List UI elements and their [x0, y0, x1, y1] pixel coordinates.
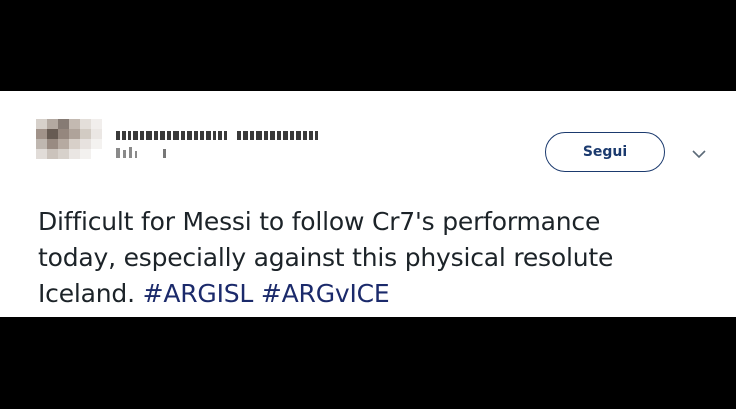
hashtag-link[interactable]: #ARGISL [143, 279, 254, 308]
tweet-text: Difficult for Messi to follow Cr7's perf… [38, 204, 728, 312]
follow-button[interactable]: Segui [545, 132, 665, 172]
avatar[interactable] [36, 119, 102, 159]
screenshot-frame: Segui Difficult for Messi to follow Cr7'… [0, 0, 736, 409]
tweet-text-line-3: Iceland. #ARGISL #ARGvICE [38, 276, 728, 312]
username-pixelated [116, 147, 166, 158]
hashtag-link[interactable]: #ARGvICE [261, 279, 390, 308]
tweet-card: Segui Difficult for Messi to follow Cr7'… [0, 91, 736, 317]
chevron-down-icon[interactable] [692, 149, 706, 159]
tweet-text-line-2: today, especially against this physical … [38, 243, 614, 272]
tweet-text-line-1: Difficult for Messi to follow Cr7's perf… [38, 207, 601, 236]
display-name-pixelated [116, 131, 318, 140]
tweet-text-line-3-prefix: Iceland. [38, 279, 135, 308]
